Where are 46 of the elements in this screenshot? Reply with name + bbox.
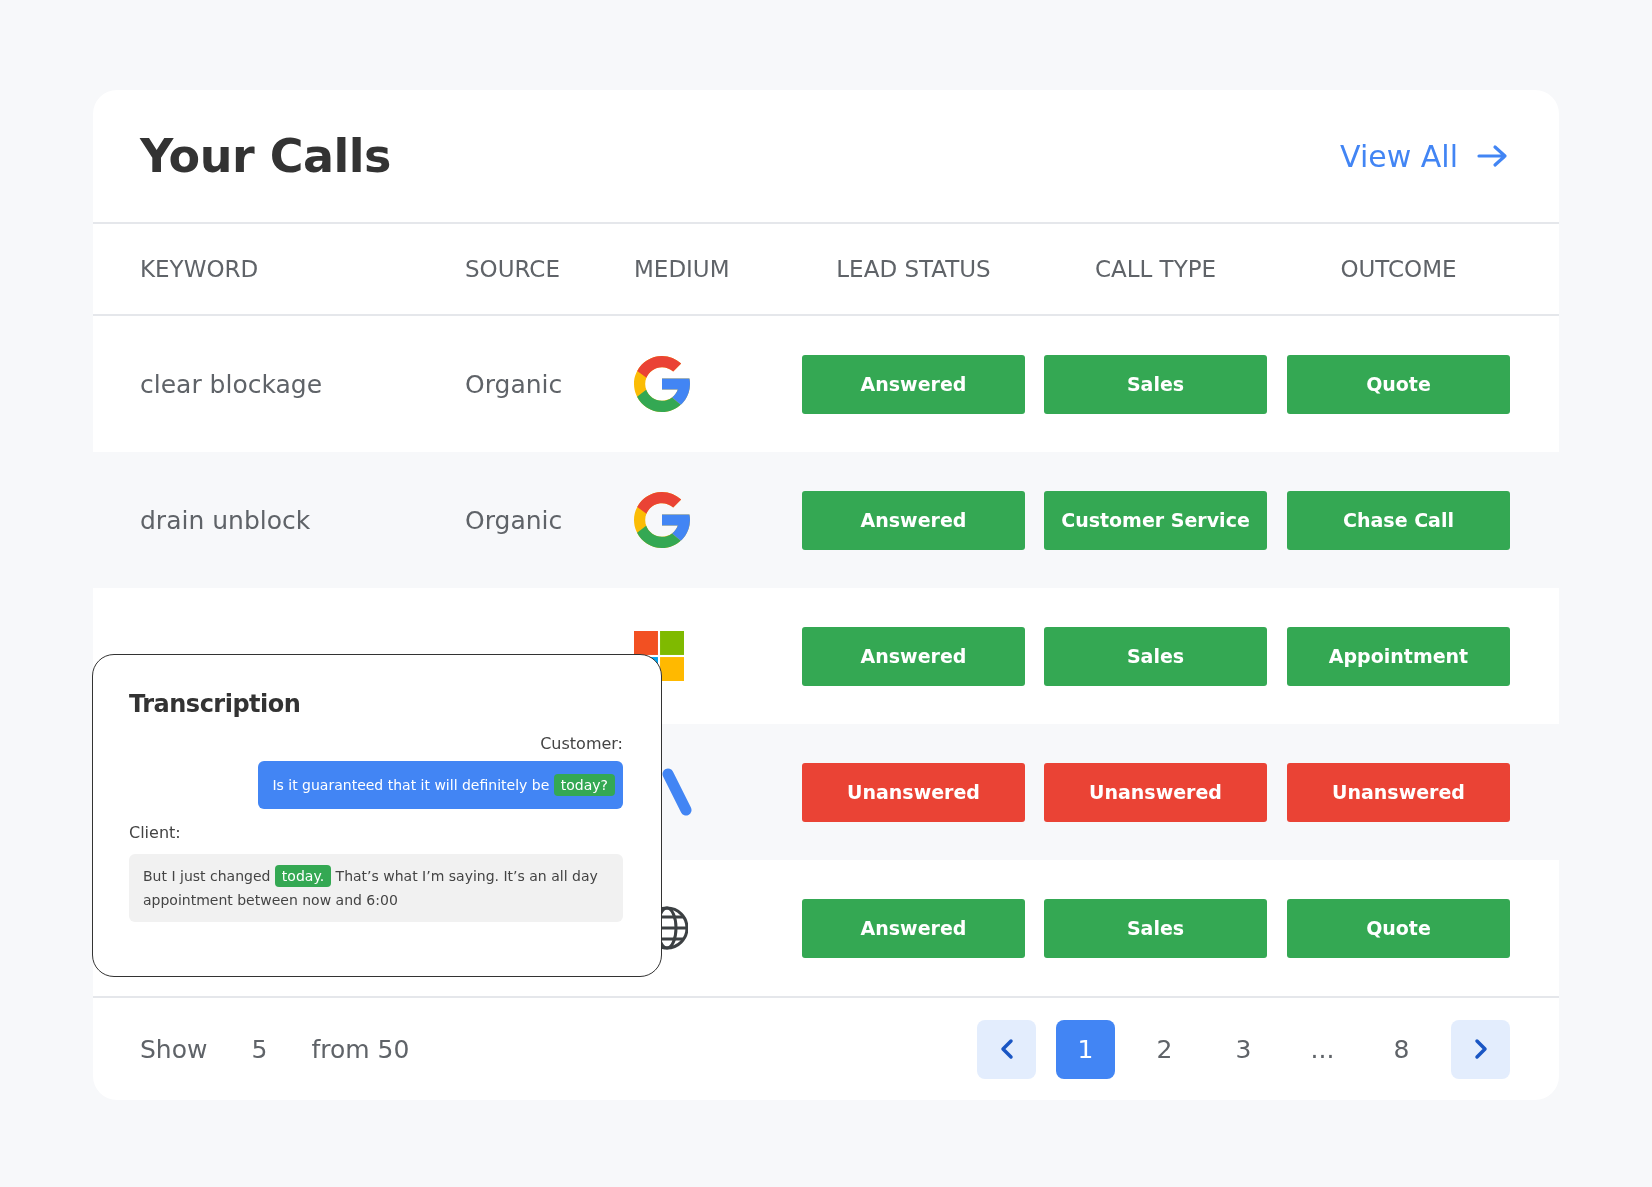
page-size[interactable]: 5	[251, 1034, 268, 1064]
status-badge: Answered	[802, 354, 1025, 414]
status-badge: Appointment	[1287, 626, 1510, 686]
column-header: OUTCOME	[1339, 256, 1458, 282]
status-badge: Sales	[1044, 626, 1267, 686]
status-badge: Answered	[802, 626, 1025, 686]
message-bubble: Is it guaranteed that it will definitely be today?	[258, 761, 623, 809]
column-header: KEYWORD	[140, 256, 260, 282]
page-button[interactable]: 8	[1372, 1019, 1431, 1079]
column-header: SOURCE	[465, 256, 561, 282]
status-badge: Customer Service	[1044, 490, 1267, 550]
table-cell-text: clear blockage	[140, 369, 324, 399]
view-all-link[interactable]: View All	[1340, 138, 1510, 174]
next-button[interactable]	[1451, 1019, 1510, 1079]
column-header: LEAD STATUS	[835, 256, 992, 282]
page-button[interactable]: 3	[1214, 1019, 1273, 1079]
page-button[interactable]: 1	[1056, 1019, 1115, 1079]
total-label: from 50	[311, 1034, 410, 1064]
column-header: CALL TYPE	[1093, 256, 1218, 282]
slanted-bar-icon	[662, 768, 692, 816]
speaker-label: Customer:	[539, 734, 623, 753]
status-badge: Quote	[1287, 898, 1510, 958]
status-badge: Unanswered	[1287, 762, 1510, 822]
page-button[interactable]: 2	[1135, 1019, 1194, 1079]
g-logo-icon	[634, 356, 690, 412]
table-cell-text: Organic	[465, 505, 564, 535]
status-badge: Quote	[1287, 354, 1510, 414]
table-cell-text: Organic	[465, 369, 564, 399]
column-header: MEDIUM	[634, 256, 731, 282]
speaker-label: Client:	[129, 823, 182, 842]
page-button[interactable]: ...	[1293, 1019, 1352, 1079]
show-label: Show	[140, 1034, 208, 1064]
status-badge: Sales	[1044, 898, 1267, 958]
previous-button[interactable]	[977, 1019, 1036, 1079]
globe-icon	[662, 905, 688, 951]
g-logo-icon	[634, 492, 690, 548]
popup-title: Transcription	[129, 690, 302, 718]
status-badge: Chase Call	[1287, 490, 1510, 550]
status-badge: Unanswered	[1044, 762, 1267, 822]
status-badge: Unanswered	[802, 762, 1025, 822]
table-cell-text: drain unblock	[140, 505, 312, 535]
status-badge: Sales	[1044, 354, 1267, 414]
page-title: Your Calls	[140, 129, 391, 183]
message-bubble: But I just changed today. That’s what I’m saying. It’s an all day appointment between now and 6:00	[129, 854, 623, 922]
status-badge: Answered	[802, 490, 1025, 550]
status-badge: Answered	[802, 898, 1025, 958]
